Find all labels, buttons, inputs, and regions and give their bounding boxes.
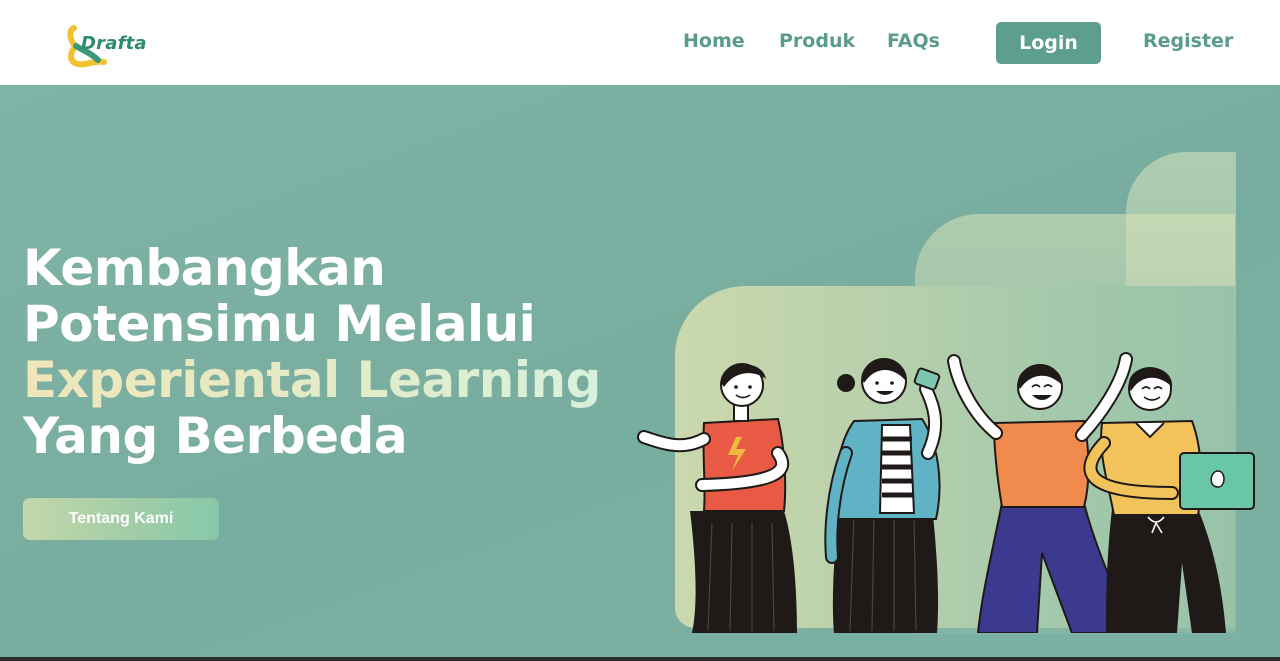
headline-line: Potensimu Melalui	[23, 295, 536, 353]
login-button[interactable]: Login	[996, 22, 1101, 64]
nav-produk-link[interactable]: Produk	[779, 30, 855, 52]
headline-line: Yang Berbeda	[23, 407, 408, 465]
hero-bottom-border	[0, 657, 1280, 661]
about-us-button[interactable]: Tentang Kami	[23, 498, 219, 540]
navbar: Drafta Home Produk FAQs Login Register	[0, 0, 1280, 85]
person-orange-shirt	[947, 352, 1134, 633]
brand-name: Drafta	[81, 33, 147, 54]
group-of-four-people-illustration	[637, 352, 1255, 633]
person-blue-jacket	[824, 358, 943, 633]
person-red-shirt	[637, 363, 797, 633]
hero-section: Kembangkan Potensimu Melalui Experiental…	[0, 85, 1280, 661]
nav-home-link[interactable]: Home	[683, 30, 745, 52]
nav-faqs-link[interactable]: FAQs	[887, 30, 940, 52]
headline-accent: Experiental Learning	[23, 351, 601, 409]
hero-headline: Kembangkan Potensimu Melalui Experiental…	[23, 240, 643, 464]
person-yellow-sweater	[1083, 367, 1255, 633]
register-link[interactable]: Register	[1143, 30, 1233, 52]
brand-logo[interactable]: Drafta	[64, 22, 154, 68]
headline-line: Kembangkan	[23, 239, 386, 297]
